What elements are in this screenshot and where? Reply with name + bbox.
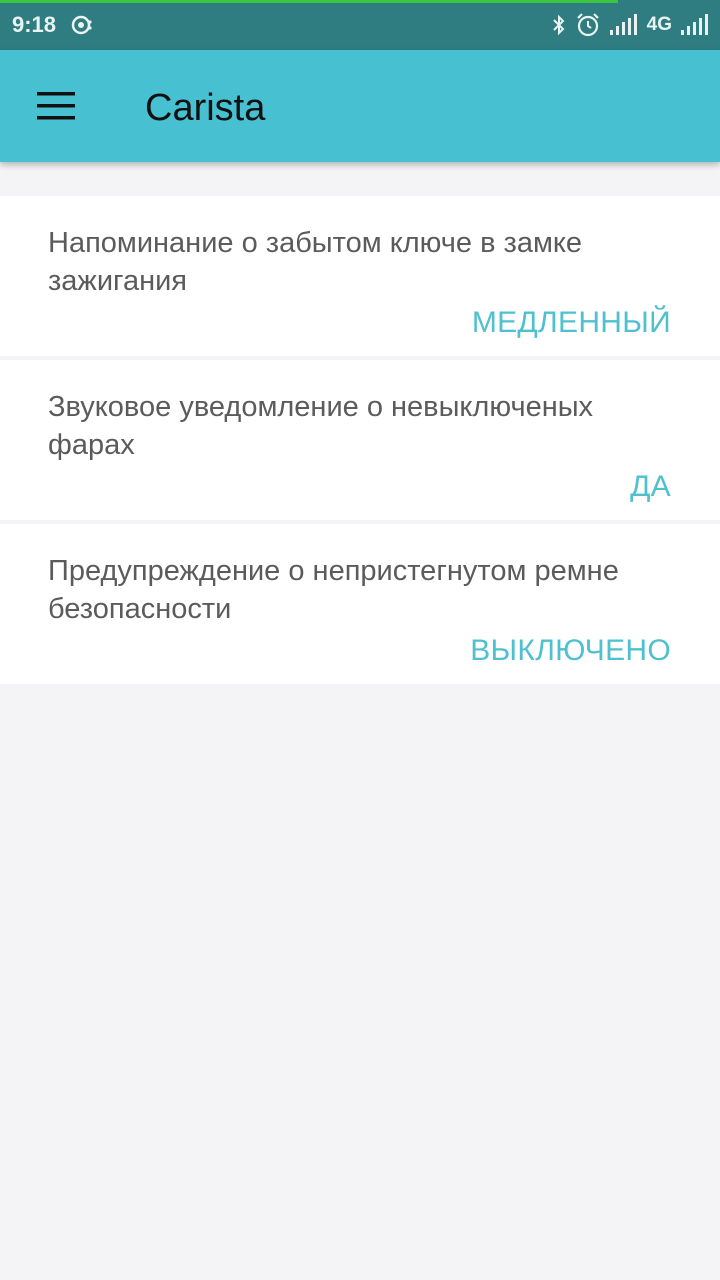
setting-label: Предупреждение о непристегнутом ремне бе… bbox=[48, 555, 619, 625]
setting-seatbelt-warning[interactable]: Предупреждение о непристегнутом ремне бе… bbox=[0, 524, 720, 684]
hamburger-menu-icon bbox=[37, 92, 75, 120]
setting-value: ВЫКЛЮЧЕНО bbox=[470, 634, 671, 667]
status-time: 9:18 bbox=[12, 12, 57, 37]
setting-value: ДА bbox=[630, 470, 671, 503]
setting-label: Напоминание о забытом ключе в замке зажи… bbox=[48, 227, 583, 297]
page-title: Carista bbox=[145, 87, 266, 129]
setting-headlights-warning[interactable]: Звуковое уведомление о невыключеных фара… bbox=[0, 360, 720, 520]
bluetooth-icon bbox=[551, 13, 567, 37]
setting-value: МЕДЛЕННЫЙ bbox=[471, 306, 671, 339]
sync-icon bbox=[70, 13, 94, 37]
setting-key-reminder[interactable]: Напоминание о забытом ключе в замке зажи… bbox=[0, 196, 720, 356]
signal-icon-2 bbox=[680, 14, 710, 36]
app-bar: Carista bbox=[0, 50, 720, 162]
settings-list: Напоминание о забытом ключе в замке зажи… bbox=[0, 196, 720, 688]
network-type: 4G bbox=[646, 14, 672, 35]
signal-icon bbox=[609, 14, 639, 36]
status-bar: 9:18 4G bbox=[0, 0, 720, 50]
setting-label: Звуковое уведомление о невыключеных фара… bbox=[48, 391, 594, 461]
status-icons: 4G bbox=[551, 10, 710, 40]
menu-button[interactable] bbox=[26, 80, 86, 132]
status-progress-line bbox=[0, 0, 618, 3]
alarm-icon bbox=[575, 12, 601, 38]
